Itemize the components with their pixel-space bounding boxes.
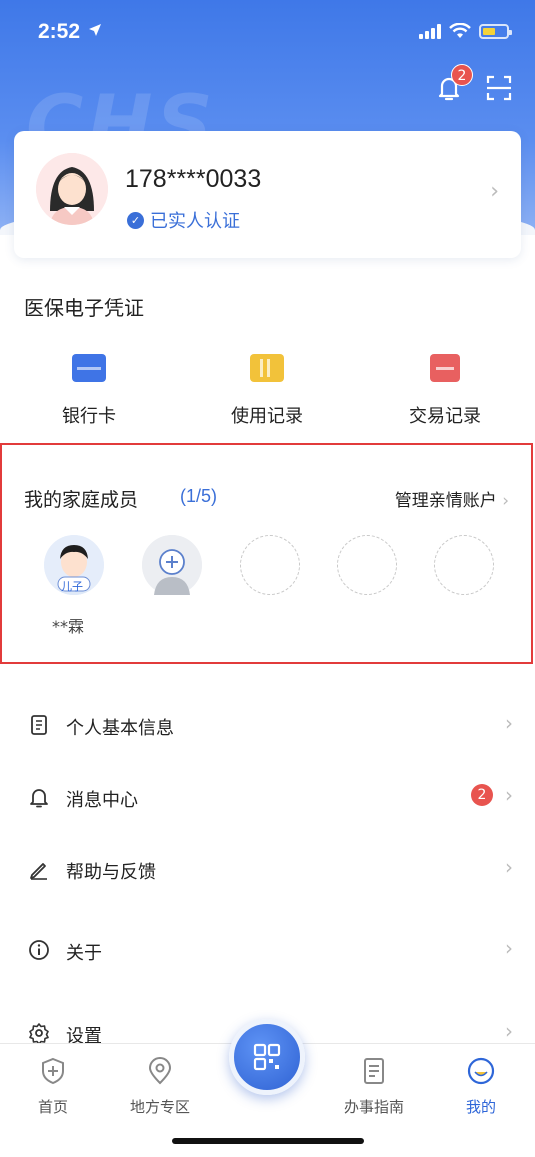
menu-label: 关于: [66, 943, 102, 964]
chevron-right-icon: ›: [505, 855, 513, 879]
tab-service-guide[interactable]: 办事指南: [334, 1056, 414, 1117]
gear-icon: [29, 1023, 49, 1044]
manage-family-label: 管理亲情账户: [394, 491, 497, 511]
transaction-record-label: 交易记录: [409, 406, 481, 427]
family-title: 我的家庭成员: [24, 489, 139, 511]
usage-record-label: 使用记录: [231, 406, 303, 427]
transaction-icon: [430, 354, 460, 382]
chevron-right-icon: ›: [490, 179, 499, 204]
menu-label: 消息中心: [66, 790, 138, 811]
check-icon: ✓: [127, 211, 144, 229]
menu-item-about[interactable]: 关于 ›: [0, 931, 535, 971]
menu-item-help-feedback[interactable]: 帮助与反馈 ›: [0, 850, 535, 890]
tab-label: 首页: [37, 1098, 68, 1116]
tab-local-zone[interactable]: 地方专区: [120, 1056, 200, 1117]
family-member-avatar[interactable]: 儿子: [44, 535, 104, 595]
transaction-record-button[interactable]: 交易记录: [356, 348, 534, 428]
family-member-name: **霖: [52, 617, 85, 636]
document-icon: [31, 715, 47, 735]
chevron-right-icon: ›: [505, 1019, 513, 1043]
tab-home[interactable]: 首页: [13, 1056, 93, 1117]
user-avatar: [36, 153, 108, 225]
notification-badge: 2: [451, 64, 473, 86]
signal-icon: [419, 23, 441, 39]
status-icons: [419, 23, 512, 39]
empty-member-slot: [337, 535, 397, 595]
qr-code-button[interactable]: [229, 1019, 305, 1095]
menu-label: 帮助与反馈: [66, 862, 156, 883]
verified-label: 已实人认证: [150, 211, 240, 232]
shield-icon: [42, 1057, 64, 1085]
location-arrow-icon: [88, 24, 101, 36]
notification-button[interactable]: 2: [435, 64, 473, 102]
location-icon: [148, 1057, 172, 1085]
manage-family-link[interactable]: 管理亲情账户 ›: [395, 486, 509, 511]
top-actions: 2: [435, 64, 513, 102]
chevron-right-icon: ›: [502, 491, 509, 511]
guide-icon: [364, 1058, 384, 1084]
record-icon: [250, 354, 284, 382]
add-family-member-button[interactable]: [142, 535, 202, 595]
credentials-row: 银行卡 使用记录 交易记录: [0, 348, 535, 428]
chevron-right-icon: ›: [505, 711, 513, 735]
scan-icon: [486, 75, 512, 101]
menu-label: 个人基本信息: [66, 718, 174, 739]
scan-button[interactable]: [485, 74, 513, 102]
chevron-right-icon: ›: [505, 783, 513, 807]
profile-card[interactable]: 178****0033 ✓ 已实人认证 ›: [14, 131, 521, 258]
bank-card-label: 银行卡: [62, 406, 116, 427]
add-person-icon: [142, 535, 202, 595]
tab-label: 我的: [465, 1098, 496, 1116]
tab-label: 办事指南: [343, 1098, 404, 1116]
tab-label: 地方专区: [129, 1098, 190, 1116]
info-icon: [29, 940, 49, 960]
usage-record-button[interactable]: 使用记录: [178, 348, 356, 428]
home-indicator: [172, 1138, 364, 1144]
female-avatar-icon: [36, 153, 108, 225]
member-relation: 儿子: [61, 580, 83, 593]
verified-status: ✓ 已实人认证: [127, 207, 240, 233]
menu-item-personal-info[interactable]: 个人基本信息 ›: [0, 706, 535, 746]
message-badge: 2: [471, 784, 493, 806]
bank-card-button[interactable]: 银行卡: [0, 348, 178, 428]
empty-member-slot: [434, 535, 494, 595]
family-members-section: 我的家庭成员 (1/5) 管理亲情账户 › 儿子 **霖: [0, 443, 533, 664]
pen-icon: [30, 863, 47, 880]
status-bar: 2:52: [0, 0, 535, 70]
me-icon: [467, 1057, 495, 1085]
credentials-title: 医保电子凭证: [24, 296, 144, 320]
bell-icon: [30, 789, 48, 808]
qr-code-icon: [253, 1043, 281, 1071]
status-time: 2:52: [38, 20, 102, 44]
wifi-icon: [449, 23, 471, 38]
family-count: (1/5): [180, 486, 218, 506]
menu-item-message-center[interactable]: 消息中心 2 ›: [0, 778, 535, 818]
bank-card-icon: [72, 354, 106, 382]
chevron-right-icon: ›: [505, 936, 513, 960]
empty-member-slot: [240, 535, 300, 595]
tab-mine[interactable]: 我的: [441, 1056, 521, 1117]
user-phone: 178****0033: [125, 165, 262, 193]
battery-icon: [479, 23, 512, 39]
